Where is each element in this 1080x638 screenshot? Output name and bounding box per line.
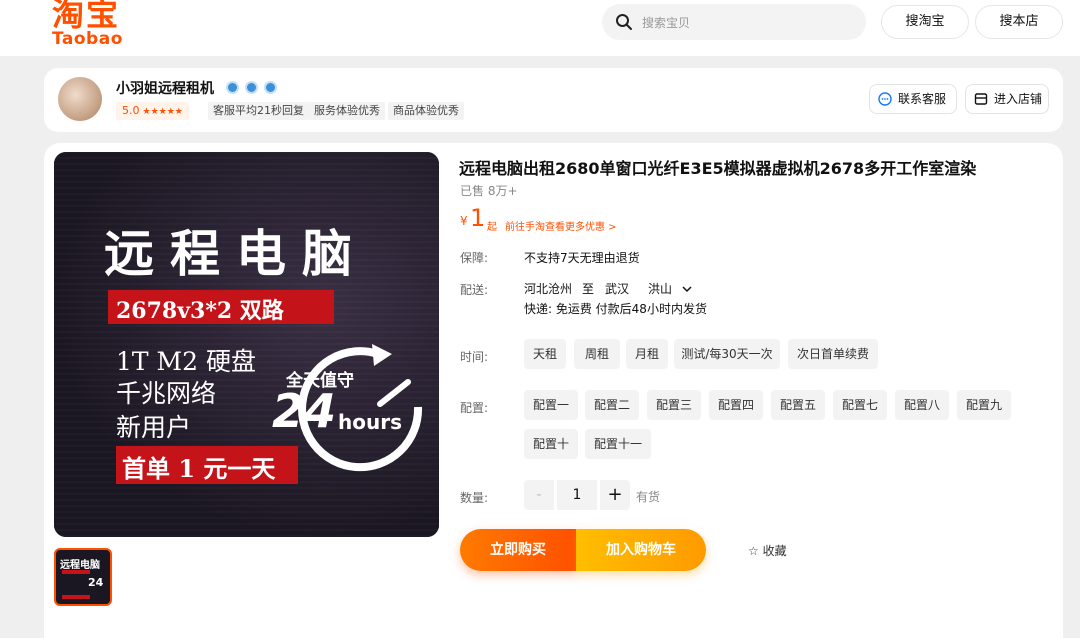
hero-headline: 远程电脑 [104,224,368,283]
contact-service-label: 联系客服 [898,92,947,106]
search-icon [616,14,632,30]
crown-badge-icon [226,81,239,94]
config-option[interactable]: 配置八 [895,390,949,420]
favorite-button[interactable]: ☆ 收藏 [748,542,787,559]
quantity-label: 数量: [460,491,489,505]
clock-unit: hours [338,410,402,434]
hero-spec-bar: 2678v3*2 双路 [108,290,334,324]
quantity-decrease-button[interactable]: - [524,480,554,510]
shop-tag: 服务体验优秀 [309,102,385,120]
crown-badge-icon [245,81,259,94]
ship-from: 河北沧州 [524,282,573,296]
logo-en: Taobao [52,29,123,49]
shop-bar: 小羽姐远程租机 5.0 ★★★★★ 客服平均21秒回复 服务体验优秀 商品体验优秀… [44,68,1063,132]
thumb-clock-number: 24 [88,576,104,589]
ship-district-select[interactable]: 洪山 [648,280,692,297]
clock-number: 24 [272,384,337,438]
shop-level-badges [226,79,278,95]
shop-name[interactable]: 小羽姐远程租机 [116,78,214,98]
search-taobao-button[interactable]: 搜淘宝 [881,5,969,39]
hero-line: 新用户 [116,413,192,442]
rating-stars: ★★★★★ [142,107,183,117]
config-option[interactable]: 配置四 [709,390,763,420]
thumb-headline: 远程电脑 [60,560,100,571]
shop-tag: 客服平均21秒回复 [208,102,309,120]
price-suffix: 起 [487,222,497,233]
add-to-cart-button[interactable]: 加入购物车 [576,529,706,571]
ship-to-word: 至 [582,282,595,296]
config-option[interactable]: 配置一 [524,390,578,420]
product-main-image[interactable]: 远程电脑 2678v3*2 双路 1T M2 硬盘 千兆网络 新用户 首单 1 … [54,152,439,537]
shop-tag: 商品体验优秀 [388,102,464,120]
thumbnail-image[interactable]: 远程电脑 24 [54,548,112,606]
thumb-bar [62,595,90,599]
stock-status: 有货 [636,490,661,504]
quantity-increase-button[interactable]: + [600,480,630,510]
guarantee-label: 保障: [460,251,489,265]
chevron-down-icon [682,286,692,293]
time-option[interactable]: 测试/每30天一次 [674,339,780,369]
config-option[interactable]: 配置七 [833,390,887,420]
hero-line: 1T M2 硬盘 [116,347,256,376]
hero-line: 千兆网络 [116,379,217,408]
config-option[interactable]: 配置三 [647,390,701,420]
price-symbol: ¥ [460,214,468,228]
config-option[interactable]: 配置十 [524,429,578,459]
ship-city[interactable]: 武汉 [605,280,629,297]
rating-score: 5.0 [122,104,140,117]
sold-count: 已售 8万+ [460,184,518,198]
logo-cn: 淘宝 [52,0,121,33]
shipping-info: 快递: 免运费 付款后48小时内发货 [524,302,707,316]
shipping-label: 配送: [460,283,489,297]
promo-link[interactable]: 前往手淘查看更多优惠 > [505,218,617,233]
contact-service-button[interactable]: 联系客服 [869,84,957,114]
product-title: 远程电脑出租2680单窗口光纤E3E5模拟器虚拟机2678多开工作室渲染 [459,159,977,178]
search-store-button[interactable]: 搜本店 [975,5,1063,39]
hero-offer: 首单 1 元一天 [122,454,276,483]
config-option[interactable]: 配置九 [957,390,1011,420]
config-option[interactable]: 配置十一 [585,429,651,459]
config-option[interactable]: 配置二 [585,390,639,420]
config-label: 配置: [460,401,489,415]
quantity-input[interactable]: 1 [557,480,597,510]
time-option[interactable]: 月租 [626,339,668,369]
time-option[interactable]: 周租 [574,339,620,369]
search-placeholder: 搜索宝贝 [642,16,691,30]
price-value: 1 [470,204,486,232]
product-card: 远程电脑 2678v3*2 双路 1T M2 硬盘 千兆网络 新用户 首单 1 … [44,143,1063,638]
time-label: 时间: [460,350,489,364]
enter-store-label: 进入店铺 [994,92,1043,106]
top-header: 淘宝 Taobao 搜索宝贝 搜淘宝 搜本店 [0,0,1080,56]
crown-badge-icon [264,81,278,94]
store-icon [974,93,988,105]
taobao-logo[interactable]: 淘宝 Taobao [52,0,128,49]
time-option[interactable]: 次日首单续费 [788,339,878,369]
shop-avatar[interactable] [58,77,102,121]
config-option[interactable]: 配置五 [771,390,825,420]
ship-district: 洪山 [648,282,673,296]
enter-store-button[interactable]: 进入店铺 [965,84,1049,114]
shop-rating: 5.0 ★★★★★ [116,102,189,120]
search-input[interactable]: 搜索宝贝 [602,4,866,40]
chat-icon [878,92,892,106]
guarantee-value: 不支持7天无理由退货 [524,251,640,265]
hero-spec: 2678v3*2 双路 [116,298,284,324]
thumb-bar [62,570,90,574]
buy-now-button[interactable]: 立即购买 [460,529,576,571]
time-option[interactable]: 天租 [524,339,566,369]
